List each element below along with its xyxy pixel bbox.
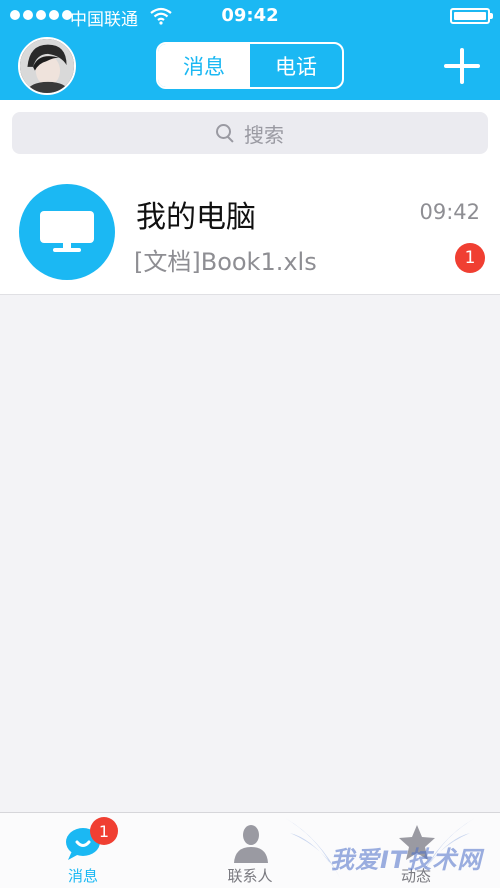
avatar-photo (20, 39, 74, 93)
top-header: 中国联通 09:42 消息 电话 (0, 0, 500, 100)
tab-messages[interactable]: 1 消息 (0, 813, 166, 888)
search-area: 搜索 (0, 100, 500, 164)
tab-messages-label: 消息 (67, 867, 98, 885)
monitor-icon (40, 211, 94, 252)
conversation-preview: [文档]Book1.xls (134, 248, 317, 276)
conversation-name: 我的电脑 (136, 200, 256, 235)
tab-messages-segment[interactable]: 消息 (158, 44, 250, 87)
add-plus-icon[interactable] (444, 48, 480, 84)
conversation-avatar (19, 184, 115, 280)
conversation-row[interactable]: 我的电脑 [文档]Book1.xls 09:42 (0, 164, 500, 295)
unread-badge: 1 (455, 243, 485, 273)
tab-moments[interactable]: 动态 (333, 813, 499, 888)
battery-icon (450, 8, 493, 24)
unread-count: 1 (455, 243, 485, 273)
message-call-segmented-control: 消息 电话 (156, 42, 344, 89)
user-avatar[interactable] (18, 37, 76, 95)
tab-moments-label: 动态 (400, 867, 431, 885)
search-icon (216, 124, 234, 142)
person-icon (234, 825, 268, 863)
status-clock: 09:42 (221, 5, 279, 26)
star-icon (399, 825, 435, 860)
tab-calls-segment[interactable]: 电话 (250, 44, 342, 87)
conversation-time: 09:42 (419, 200, 480, 224)
search-input[interactable]: 搜索 (12, 112, 488, 154)
tab-contacts[interactable]: 联系人 (167, 813, 333, 888)
search-placeholder: 搜索 (244, 122, 284, 147)
tab-messages-badge: 1 (90, 817, 118, 845)
bottom-tab-bar: 1 消息 联系人 动态 (0, 812, 500, 888)
tab-contacts-label: 联系人 (227, 867, 273, 885)
status-bar: 中国联通 09:42 (0, 0, 500, 32)
